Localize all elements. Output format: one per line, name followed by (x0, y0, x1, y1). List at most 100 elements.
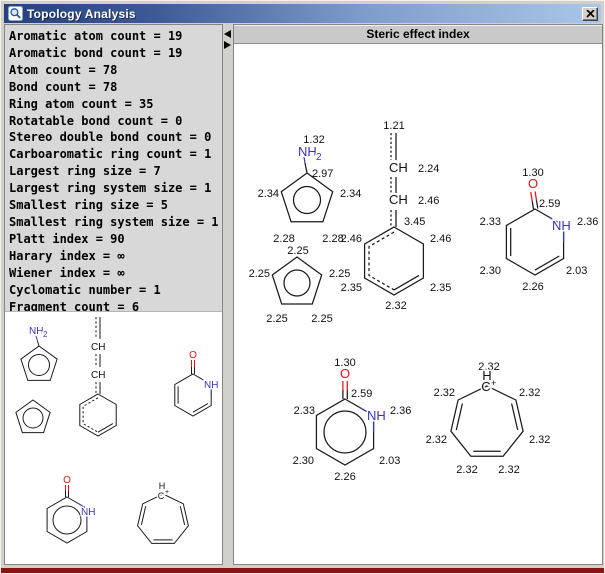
thumb-cyclopentadienyl (16, 400, 50, 433)
value-c3: 2.33 (294, 405, 315, 417)
carbocation-label: C (481, 379, 490, 394)
value-c5: 2.26 (334, 471, 355, 483)
steric-tropylium: 2.32 H C + 2.32 2.32 2.32 2.32 2.32 2.32 (426, 361, 551, 476)
property-line: Aromatic bond count = 19 (9, 45, 220, 62)
property-line: Cyclomatic number = 1 (9, 282, 220, 299)
magnifier-lens (11, 9, 18, 16)
oxygen-label: O (63, 475, 71, 486)
cyclopentadienyl-ring (272, 257, 321, 304)
value-n: 2.36 (390, 405, 411, 417)
carbonyl-bond-upper (343, 381, 347, 390)
ch-label: CH (389, 192, 408, 207)
hexagon-ring (365, 227, 424, 295)
thumb-cumulene: CH CH (80, 317, 116, 436)
carbonyl-bond-upper (531, 192, 537, 202)
value-c2: 2.59 (539, 198, 560, 210)
properties-panel[interactable]: Aromatic atom count = 19 Aromatic bond c… (5, 25, 222, 312)
value-ring-right: 2.46 (430, 233, 451, 245)
value-right: 2.25 (329, 268, 350, 280)
nh-label: NH (81, 507, 95, 518)
close-button[interactable] (582, 7, 598, 21)
hexagon-ring (80, 394, 116, 436)
steric-cyclopentadienyl: 2.25 2.25 2.25 2.25 2.25 (249, 245, 351, 325)
property-line: Stereo double bond count = 0 (9, 129, 220, 146)
value-ring-bottom-right: 2.35 (430, 282, 451, 294)
close-icon (586, 10, 595, 18)
value-right: 2.34 (340, 188, 361, 200)
value-upper-right: 2.32 (519, 387, 540, 399)
property-line: Largest ring size = 7 (9, 163, 220, 180)
value-n: 2.36 (577, 216, 598, 228)
title-bar[interactable]: Topology Analysis (4, 4, 601, 23)
carbocation-label: C (158, 491, 165, 501)
tropylium-ring (138, 494, 189, 543)
thumb-pyridone-aromatic: O NH (47, 475, 95, 543)
value-bottom-left: 2.25 (266, 313, 287, 325)
thumb-pyridone-kekule: O NH (175, 350, 219, 416)
double-bond-inner (98, 424, 113, 433)
value-bottom-right: 2.32 (498, 464, 519, 476)
value-top: 2.25 (287, 245, 308, 257)
value-c4: 2.30 (293, 455, 314, 467)
value-left: 2.34 (258, 188, 279, 200)
ch-label: CH (91, 370, 105, 381)
bond (305, 163, 307, 173)
value-ch2: 2.46 (418, 195, 439, 207)
amine-subscript: 2 (316, 152, 322, 163)
splitter-expand-right-icon[interactable] (224, 41, 231, 49)
plus-charge: + (165, 489, 169, 496)
value-c6: 2.03 (379, 455, 400, 467)
steric-molecules: 1.32 NH 2 2.97 2.34 2.34 2.28 2.28 2.25 … (234, 44, 602, 564)
bond (38, 341, 40, 346)
delocalized-inner-bonds (369, 232, 394, 290)
topology-analysis-window: Topology Analysis Aromatic atom count = … (0, 0, 605, 574)
value-left: 2.25 (249, 268, 270, 280)
value-c2: 2.59 (351, 388, 372, 400)
property-line: Harary index = ∞ (9, 248, 220, 265)
aromatic-circle (324, 411, 366, 453)
cyclopentadienyl-ring (281, 173, 332, 222)
amine-label: NH (298, 144, 317, 159)
value-right: 2.32 (529, 434, 550, 446)
amine-label: NH (29, 326, 43, 337)
carbonyl-bond-lower (66, 491, 69, 497)
value-c5: 2.26 (522, 281, 543, 293)
value-bottom-left: 2.28 (273, 233, 294, 245)
property-line: Largest ring system size = 1 (9, 180, 220, 197)
splitter[interactable] (223, 24, 233, 565)
carbonyl-bond-upper (192, 360, 195, 367)
double-bond-inner (456, 404, 517, 452)
value-c6: 2.03 (566, 265, 587, 277)
amine-subscript: 2 (43, 330, 48, 339)
value-terminal: 1.21 (383, 120, 404, 132)
property-line: Aromatic atom count = 19 (9, 28, 220, 45)
property-line: Wiener index = ∞ (9, 265, 220, 282)
carbonyl-bond-lower (532, 201, 538, 210)
steric-pyridone-aromatic: 1.30 O 2.59 2.33 NH 2.36 2.30 2.03 2.26 (293, 357, 412, 483)
aromatic-circle (23, 408, 43, 428)
property-line: Bond count = 78 (9, 79, 220, 96)
fragments-panel: NH 2 CH CH (5, 312, 222, 564)
value-left: 2.32 (426, 434, 447, 446)
splitter-collapse-left-icon[interactable] (224, 30, 231, 38)
aromatic-circle (284, 270, 310, 296)
panel-header: Steric effect index (234, 25, 602, 44)
right-column: Steric effect index 1.32 NH 2 2.97 2.34 … (233, 24, 603, 565)
magnifier-app-icon (8, 6, 23, 21)
property-line: Rotatable bond count = 0 (9, 113, 220, 130)
tropylium-ring (451, 386, 523, 456)
oxygen-label: O (340, 366, 350, 381)
value-c3: 2.33 (480, 216, 501, 228)
oxygen-label: O (528, 176, 538, 191)
carbonyl-bond-lower (343, 390, 347, 399)
value-bottom-left: 2.32 (456, 464, 477, 476)
fragments-canvas: NH 2 CH CH (5, 312, 222, 559)
left-column: Aromatic atom count = 19 Aromatic bond c… (4, 24, 223, 565)
bottom-red-strip (1, 568, 604, 573)
steric-cumulene: 1.21 CH 2.24 CH 2.46 3.45 2.46 2.46 2.35… (341, 120, 452, 312)
value-c4: 2.30 (480, 265, 501, 277)
thumb-aminocyclopentadienyl: NH 2 (21, 326, 57, 380)
pyridone-ring (316, 399, 373, 465)
steric-pyridone-kekule: 1.30 O 2.59 2.33 NH 2.36 2.30 2.03 2.26 (480, 167, 599, 293)
value-ring-bottom: 2.32 (385, 300, 406, 312)
